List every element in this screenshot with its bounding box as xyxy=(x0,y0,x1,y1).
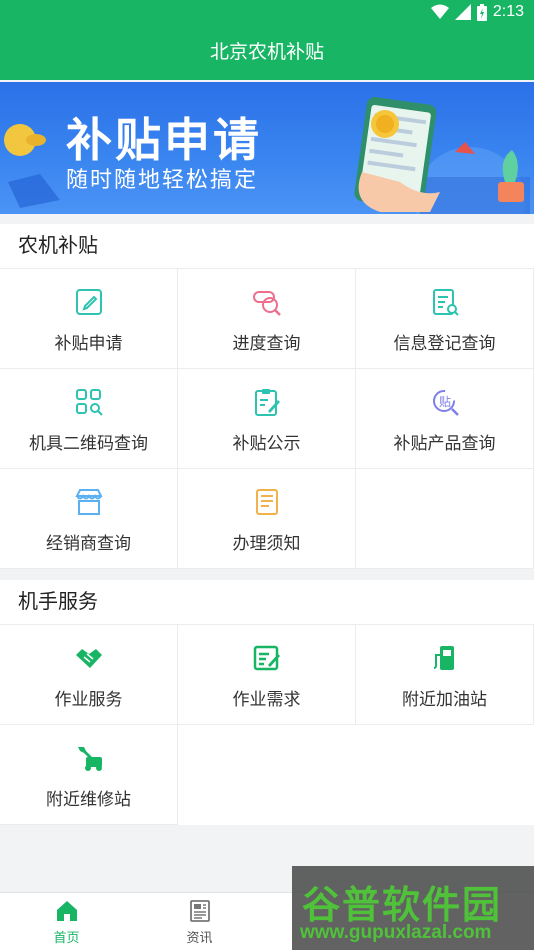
edit-icon xyxy=(75,289,102,315)
section-operator-service: 机手服务 作业服务 作业需求 附近加油站 附近维修站 xyxy=(0,580,534,825)
menu-item-label: 办理须知 xyxy=(232,534,301,553)
menu-item-label: 作业服务 xyxy=(54,690,123,709)
status-icons: 2:13 xyxy=(430,3,524,21)
menu-item-label: 附近维修站 xyxy=(46,790,131,809)
menu-item-label: 信息登记查询 xyxy=(393,334,496,353)
menu-item-label: 经销商查询 xyxy=(46,534,131,553)
menu-item-repair-station[interactable]: 附近维修站 xyxy=(0,725,178,825)
menu-item-label: 附近加油站 xyxy=(402,690,487,709)
section-agri-subsidy: 农机补贴 补贴申请 进度查询 信息登记查询 机具二维码查询 补贴公示 贴 补贴产… xyxy=(0,224,534,569)
menu-item-subsidy-publicity[interactable]: 补贴公示 xyxy=(178,369,356,469)
home-icon xyxy=(56,901,77,921)
banner[interactable]: 补贴申请 随时随地轻松搞定 xyxy=(0,82,534,214)
menu-item-gas-station[interactable]: 附近加油站 xyxy=(356,625,534,725)
menu-item-progress-query[interactable]: 进度查询 xyxy=(178,269,356,369)
menu-item-label: 进度查询 xyxy=(232,334,301,353)
page-title: 北京农机补贴 xyxy=(0,26,534,80)
menu-item-notice[interactable]: 办理须知 xyxy=(178,469,356,569)
menu-item-work-service[interactable]: 作业服务 xyxy=(0,625,178,725)
tab-home[interactable]: 首页 xyxy=(0,893,133,950)
tab-label: 首页 xyxy=(53,930,80,945)
menu-item-empty xyxy=(356,469,534,569)
watermark-logo: 谷普软件园 www.gupuxlazal.com xyxy=(292,866,534,950)
wifi-icon xyxy=(430,4,449,19)
menu-item-label: 补贴公示 xyxy=(232,434,301,453)
menu-item-label: 作业需求 xyxy=(232,690,301,709)
menu-item-label: 机具二维码查询 xyxy=(29,434,148,453)
wrench-tractor-icon xyxy=(77,747,102,771)
status-bar: 2:13 xyxy=(0,0,534,26)
signal-icon xyxy=(454,4,471,20)
product-search-icon: 贴 xyxy=(432,390,459,416)
watermark-brand: 谷普软件园 xyxy=(302,885,503,927)
gas-station-icon xyxy=(433,646,454,670)
menu-item-subsidy-apply[interactable]: 补贴申请 xyxy=(0,269,178,369)
tab-label: 资讯 xyxy=(186,930,213,945)
menu-item-dealer-query[interactable]: 经销商查询 xyxy=(0,469,178,569)
section-title: 机手服务 xyxy=(0,580,534,625)
store-icon xyxy=(74,489,103,515)
clipboard-edit-icon xyxy=(254,389,280,416)
clock: 2:13 xyxy=(492,3,524,20)
svg-text:贴: 贴 xyxy=(439,395,451,409)
banner-subtitle: 随时随地轻松搞定 xyxy=(66,167,259,192)
menu-item-work-demand[interactable]: 作业需求 xyxy=(178,625,356,725)
menu-item-info-register-query[interactable]: 信息登记查询 xyxy=(356,269,534,369)
menu-item-product-query[interactable]: 贴 补贴产品查询 xyxy=(356,369,534,469)
search-progress-icon xyxy=(252,291,281,316)
menu-item-qrcode-query[interactable]: 机具二维码查询 xyxy=(0,369,178,469)
menu-grid: 补贴申请 进度查询 信息登记查询 机具二维码查询 补贴公示 贴 补贴产品查询 经… xyxy=(0,269,534,569)
document-search-icon xyxy=(432,289,459,316)
section-title: 农机补贴 xyxy=(0,224,534,269)
battery-icon xyxy=(476,3,487,21)
news-icon xyxy=(189,900,210,922)
notice-icon xyxy=(255,489,278,515)
handshake-icon xyxy=(75,649,102,668)
menu-item-label: 补贴申请 xyxy=(54,334,123,353)
form-edit-icon xyxy=(253,645,280,671)
banner-title: 补贴申请 xyxy=(66,114,262,166)
menu-grid: 作业服务 作业需求 附近加油站 附近维修站 xyxy=(0,625,534,825)
qrcode-search-icon xyxy=(75,389,103,416)
watermark-url: www.gupuxlazal.com xyxy=(300,922,492,943)
tab-news[interactable]: 资讯 xyxy=(133,893,266,950)
menu-item-label: 补贴产品查询 xyxy=(393,434,496,453)
